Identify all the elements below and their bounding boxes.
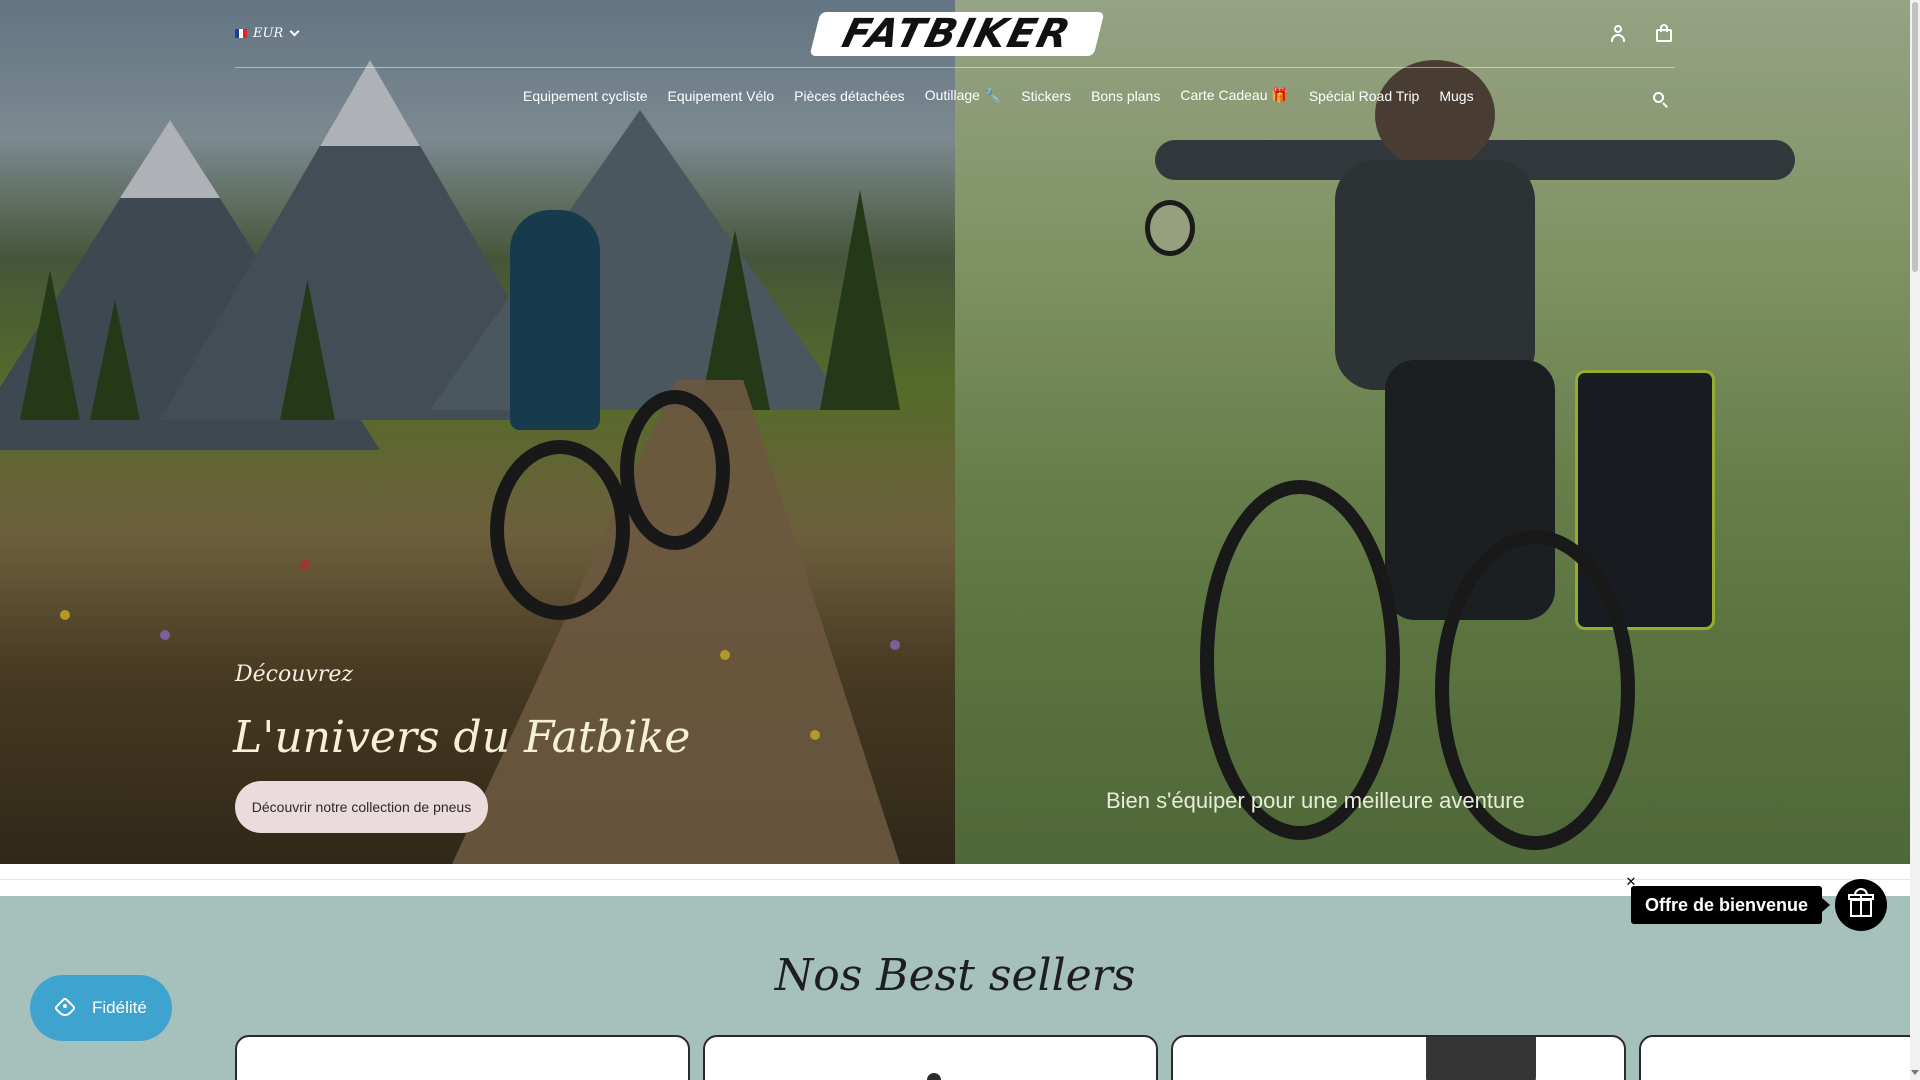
main-navigation: Equipement cycliste Equipement Vélo Pièc… xyxy=(513,87,1484,104)
france-flag-icon xyxy=(235,29,247,38)
site-logo[interactable]: FATBIKER xyxy=(809,11,1105,57)
cart-icon[interactable] xyxy=(1653,22,1675,44)
currency-selector[interactable]: EUR xyxy=(235,26,300,41)
loyalty-button[interactable]: Fidélité xyxy=(30,975,172,1041)
tag-icon xyxy=(53,996,78,1020)
welcome-offer-label[interactable]: Offre de bienvenue xyxy=(1631,886,1823,924)
gift-icon[interactable] xyxy=(1835,879,1887,931)
site-header: EUR FATBIKER xyxy=(235,11,1675,68)
product-card[interactable] xyxy=(1171,1035,1626,1080)
product-card[interactable] xyxy=(703,1035,1158,1080)
product-card[interactable] xyxy=(235,1035,690,1080)
hero-right-image xyxy=(955,0,1910,864)
header-actions xyxy=(1607,22,1675,44)
search-icon[interactable] xyxy=(1652,91,1670,109)
account-icon[interactable] xyxy=(1607,22,1629,44)
scrollbar-thumb[interactable] xyxy=(1912,2,1918,272)
logo-text: FATBIKER xyxy=(837,11,1077,57)
hero-title: L'univers du Fatbike xyxy=(233,712,691,763)
hero-eyebrow: Découvrez xyxy=(235,662,353,687)
nav-item-bons-plans[interactable]: Bons plans xyxy=(1081,88,1170,104)
nav-item-equipement-velo[interactable]: Equipement Vélo xyxy=(658,88,785,104)
nav-item-pieces-detachees[interactable]: Pièces détachées xyxy=(784,88,915,104)
nav-item-outillage[interactable]: Outillage 🔧 xyxy=(915,87,1012,104)
best-sellers-title: Nos Best sellers xyxy=(774,950,1136,1001)
loyalty-label: Fidélité xyxy=(92,998,147,1017)
nav-item-mugs[interactable]: Mugs xyxy=(1429,88,1483,104)
currency-label: EUR xyxy=(253,26,284,41)
nav-item-stickers[interactable]: Stickers xyxy=(1011,88,1081,104)
scroll-down-arrow-icon[interactable] xyxy=(1911,1070,1919,1075)
product-card[interactable] xyxy=(1639,1035,1920,1080)
tooltip-arrow xyxy=(1822,898,1830,912)
product-image xyxy=(1426,1037,1536,1080)
nav-item-carte-cadeau[interactable]: Carte Cadeau 🎁 xyxy=(1170,87,1299,104)
product-image xyxy=(927,1073,941,1080)
hero-right-caption: Bien s'équiper pour une meilleure aventu… xyxy=(1106,788,1525,813)
chevron-down-icon xyxy=(289,26,300,37)
nav-item-special-road-trip[interactable]: Spécial Road Trip xyxy=(1299,88,1430,104)
discover-tires-button[interactable]: Découvrir notre collection de pneus xyxy=(235,781,488,833)
nav-item-equipement-cycliste[interactable]: Equipement cycliste xyxy=(513,88,658,104)
image-overlay xyxy=(955,0,1910,864)
